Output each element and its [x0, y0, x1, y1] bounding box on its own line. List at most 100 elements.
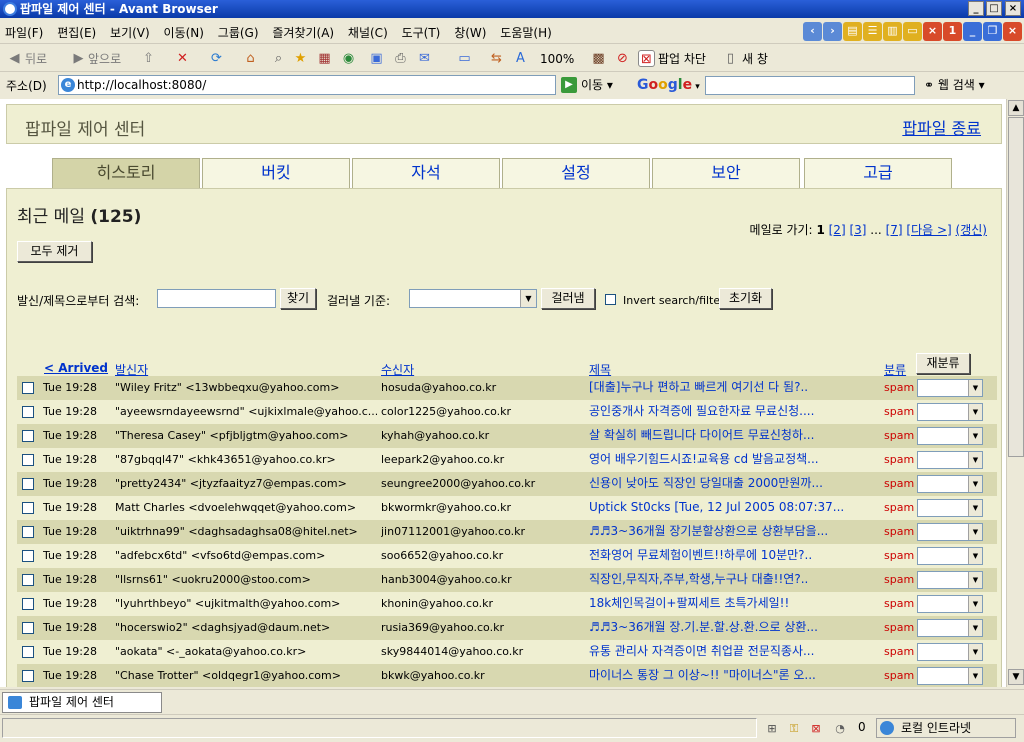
menu-help[interactable]: 도움말(H): [495, 20, 557, 45]
row-subject-link[interactable]: 영어 배우기힘드시죠!교육용 cd 발음교정책...: [589, 448, 883, 471]
search-icon[interactable]: ⌕: [270, 50, 287, 67]
refresh-icon[interactable]: ⟳: [208, 50, 225, 67]
row-subject-link[interactable]: [대출]누구나 편하고 빠르게 여기선 다 됨?..: [589, 376, 883, 399]
window-count-badge[interactable]: 1: [943, 22, 962, 41]
reclassify-select[interactable]: ▼: [917, 451, 983, 469]
google-logo[interactable]: Google ▾: [637, 75, 700, 95]
network-icon[interactable]: ⊞: [764, 721, 780, 737]
vertical-scrollbar[interactable]: ▲ ▼: [1006, 99, 1024, 687]
back-button[interactable]: 뒤로: [25, 49, 47, 69]
menu-file[interactable]: 파일(F): [0, 20, 48, 45]
row-checkbox[interactable]: [22, 670, 34, 682]
font-size-icon[interactable]: A: [512, 50, 529, 67]
tile-vertical-icon[interactable]: ▥: [883, 22, 902, 41]
window-icon[interactable]: ▭: [456, 50, 473, 67]
history-icon[interactable]: ▦: [316, 50, 333, 67]
timer-icon[interactable]: ◔: [832, 721, 848, 737]
web-search-button[interactable]: ⚭ 웹 검색 ▾: [924, 76, 985, 95]
refresh-link[interactable]: (갱신): [956, 223, 987, 237]
tab-security[interactable]: 보안: [652, 158, 800, 188]
tab-configuration[interactable]: 설정: [502, 158, 650, 188]
row-subject-link[interactable]: 직장인,무직자,주부,학생,누구나 대출!!연?..: [589, 568, 883, 591]
tab-buckets[interactable]: 버킷: [202, 158, 350, 188]
row-bucket-link[interactable]: spam: [884, 424, 916, 447]
menu-window[interactable]: 창(W): [449, 20, 491, 45]
mail-icon[interactable]: ✉: [416, 50, 433, 67]
mdi-restore-icon[interactable]: ❐: [983, 22, 1002, 41]
reset-button[interactable]: 초기화: [719, 288, 772, 309]
zoom-level[interactable]: 100%: [540, 49, 574, 69]
reclassify-select[interactable]: ▼: [917, 571, 983, 589]
row-checkbox[interactable]: [22, 478, 34, 490]
back-icon[interactable]: ◀: [6, 50, 23, 67]
page-tab[interactable]: 팝파일 제어 센터: [2, 692, 162, 713]
row-bucket-link[interactable]: spam: [884, 400, 916, 423]
row-subject-link[interactable]: 공인중개사 자격증에 필요한자료 무료신청....: [589, 400, 883, 423]
find-button[interactable]: 찾기: [280, 288, 316, 309]
close-icon[interactable]: ×: [1005, 1, 1021, 16]
translate-icon[interactable]: ⇆: [488, 50, 505, 67]
stop-icon[interactable]: ✕: [174, 50, 191, 67]
row-subject-link[interactable]: 18k체인목걸이+팔찌세트 초특가세일!!: [589, 592, 883, 615]
reclassify-select[interactable]: ▼: [917, 619, 983, 637]
scroll-thumb[interactable]: [1008, 117, 1024, 457]
pager-page-2[interactable]: [2]: [829, 223, 846, 237]
go-button[interactable]: ▶ 이동 ▾: [561, 75, 613, 95]
scroll-up-icon[interactable]: ▲: [1008, 100, 1024, 116]
popup-blocked-icon[interactable]: ⊠: [808, 721, 824, 737]
filter-button[interactable]: 걸러냄: [541, 288, 595, 309]
row-checkbox[interactable]: [22, 598, 34, 610]
mdi-close-icon[interactable]: ×: [1003, 22, 1022, 41]
reclassify-select[interactable]: ▼: [917, 547, 983, 565]
row-checkbox[interactable]: [22, 502, 34, 514]
menu-channel[interactable]: 채널(C): [343, 20, 393, 45]
google-search-input[interactable]: [705, 76, 915, 95]
popup-block-icon[interactable]: ⊠: [638, 50, 655, 67]
reclassify-select[interactable]: ▼: [917, 595, 983, 613]
close-all-icon[interactable]: ×: [923, 22, 942, 41]
menu-favorites[interactable]: 즐겨찾기(A): [267, 20, 339, 45]
row-bucket-link[interactable]: spam: [884, 496, 916, 519]
row-bucket-link[interactable]: spam: [884, 640, 916, 663]
new-window-icon[interactable]: ▯: [722, 50, 739, 67]
maximize-icon[interactable]: □: [986, 1, 1002, 16]
popup-block-button[interactable]: 팝업 차단: [658, 49, 706, 69]
row-checkbox[interactable]: [22, 622, 34, 634]
menu-tools[interactable]: 도구(T): [397, 20, 446, 45]
row-subject-link[interactable]: ♬♬3~36개월 장.기.분.할.상.환.으로 상환...: [589, 616, 883, 639]
row-checkbox[interactable]: [22, 526, 34, 538]
up-icon[interactable]: ⇧: [140, 50, 157, 67]
search-input[interactable]: [157, 289, 276, 308]
menu-view[interactable]: 보기(V): [105, 20, 155, 45]
tab-advanced[interactable]: 고급: [804, 158, 952, 188]
remove-all-button[interactable]: 모두 제거: [17, 241, 92, 262]
row-checkbox[interactable]: [22, 406, 34, 418]
media-icon[interactable]: ◉: [340, 50, 357, 67]
forward-icon[interactable]: ▶: [70, 50, 87, 67]
row-bucket-link[interactable]: spam: [884, 592, 916, 615]
lock-icon[interactable]: ⚿: [786, 721, 802, 737]
reclassify-select[interactable]: ▼: [917, 475, 983, 493]
reclassify-select[interactable]: ▼: [917, 523, 983, 541]
menu-go[interactable]: 이동(N): [159, 20, 209, 45]
reclassify-select[interactable]: ▼: [917, 667, 983, 685]
favorites-icon[interactable]: ★: [292, 50, 309, 67]
print-icon[interactable]: ⎙: [392, 50, 409, 67]
reclassify-select[interactable]: ▼: [917, 379, 983, 397]
home-icon[interactable]: ⌂: [242, 50, 259, 67]
scroll-down-icon[interactable]: ▼: [1008, 669, 1024, 685]
reclassify-select[interactable]: ▼: [917, 499, 983, 517]
mdi-minimize-icon[interactable]: _: [963, 22, 982, 41]
row-bucket-link[interactable]: spam: [884, 568, 916, 591]
tab-magnets[interactable]: 자석: [352, 158, 500, 188]
menu-group[interactable]: 그룹(G): [213, 20, 264, 45]
col-arrived[interactable]: < Arrived: [44, 361, 108, 375]
prev-window-icon[interactable]: ‹: [803, 22, 822, 41]
reclassify-select[interactable]: ▼: [917, 643, 983, 661]
tab-history[interactable]: 히스토리: [52, 158, 200, 188]
invert-checkbox[interactable]: [605, 294, 616, 305]
row-checkbox[interactable]: [22, 646, 34, 658]
row-bucket-link[interactable]: spam: [884, 520, 916, 543]
row-bucket-link[interactable]: spam: [884, 376, 916, 399]
address-input[interactable]: e http://localhost:8080/: [58, 75, 556, 95]
